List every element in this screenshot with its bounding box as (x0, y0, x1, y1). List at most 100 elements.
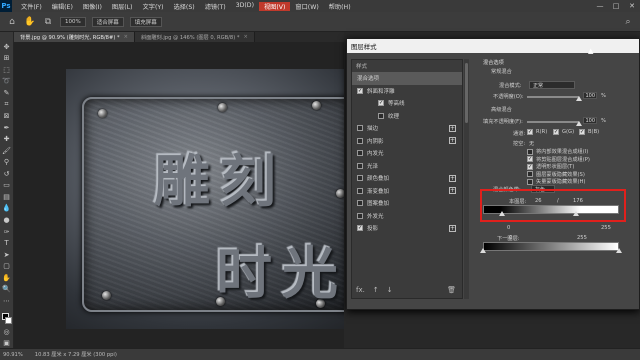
checkbox-box[interactable]: ✓ (579, 129, 585, 135)
blur-tool-icon[interactable]: 💧 (1, 204, 13, 214)
opacity-slider-knob[interactable] (576, 96, 582, 101)
search-icon[interactable]: ⌕ (622, 16, 634, 28)
pen-tool-icon[interactable]: ✑ (1, 227, 13, 237)
quick-select-tool-icon[interactable]: ✎ (1, 88, 13, 98)
menu-item[interactable]: 视图(V) (258, 1, 291, 11)
tab-document-1[interactable]: 背景.jpg @ 90.9% (雕刻时光, RGB/8#) * × (14, 32, 135, 42)
close-button[interactable]: ✕ (624, 2, 640, 10)
style-item[interactable]: 渐变叠加 + (352, 185, 462, 198)
opacity-slider[interactable] (527, 96, 579, 98)
lasso-tool-icon[interactable]: ➰ (1, 77, 13, 87)
style-checkbox[interactable] (357, 150, 363, 157)
style-checkbox[interactable]: ✓ (378, 100, 384, 107)
style-checkbox[interactable] (357, 187, 363, 194)
fill-screen-button[interactable]: 填充屏幕 (129, 16, 162, 27)
checkbox-box[interactable]: ✓ (527, 129, 533, 135)
style-item[interactable]: 纹理 (352, 110, 462, 123)
advanced-option-checkbox[interactable]: 将内部效果混合成组(I) (527, 148, 588, 155)
style-checkbox[interactable] (357, 200, 363, 207)
eraser-tool-icon[interactable]: ▭ (1, 181, 13, 191)
add-style-icon[interactable]: + (449, 124, 456, 132)
add-style-icon[interactable]: + (449, 174, 456, 182)
menu-item[interactable]: 图像(I) (78, 2, 107, 11)
more-tools-icon[interactable]: ⋯ (1, 296, 13, 306)
channel-g-checkbox[interactable]: ✓ G(G) (553, 129, 574, 135)
checkbox-box[interactable]: ✓ (527, 156, 533, 162)
frame-tool-icon[interactable]: ⊠ (1, 111, 13, 121)
menu-item[interactable]: 图层(L) (107, 2, 138, 11)
canvas-area[interactable]: 雕刻 时光 (14, 42, 344, 348)
style-checkbox[interactable] (357, 162, 363, 169)
menu-item[interactable]: 帮助(H) (324, 2, 356, 11)
fit-screen-button[interactable]: 适合屏幕 (91, 16, 124, 27)
quick-mask-icon[interactable]: ◎ (1, 327, 13, 337)
gradient-tool-icon[interactable]: ▤ (1, 192, 13, 202)
channel-r-checkbox[interactable]: ✓ R(R) (527, 129, 547, 135)
add-style-icon[interactable]: + (449, 137, 456, 145)
marquee-tool-icon[interactable]: ⬚ (1, 65, 13, 75)
style-item[interactable]: 内阴影 + (352, 135, 462, 148)
menu-item[interactable]: 文字(Y) (138, 2, 169, 11)
style-checkbox[interactable] (357, 137, 363, 144)
style-checkbox[interactable] (357, 175, 363, 182)
history-brush-tool-icon[interactable]: ↺ (1, 169, 13, 179)
trash-icon[interactable]: 🗑 (447, 286, 456, 294)
rectangle-tool-icon[interactable]: ▢ (1, 261, 13, 271)
brush-tool-icon[interactable]: 🖌 (1, 146, 13, 156)
eyedropper-tool-icon[interactable]: ✒ (1, 123, 13, 133)
status-zoom[interactable]: 90.91% (3, 352, 23, 358)
tab-document-2[interactable]: 斜面雕刻.jpg @ 146% (图层 0, RGB/8) * × (134, 32, 255, 42)
styles-scrollbar[interactable] (464, 59, 469, 299)
advanced-option-checkbox[interactable]: 图层蒙版隐藏效果(S) (527, 171, 585, 178)
scrollbar-thumb[interactable] (465, 63, 468, 123)
color-swatches[interactable] (1, 312, 13, 325)
minimize-button[interactable]: — (592, 2, 608, 10)
move-down-icon[interactable]: ↓ (387, 286, 393, 294)
fill-opacity-value[interactable]: 100 (583, 117, 597, 124)
advanced-option-checkbox[interactable]: ✓ 将剪贴图层混合成组(P) (527, 156, 590, 163)
path-select-tool-icon[interactable]: ➤ (1, 250, 13, 260)
checkbox-box[interactable] (527, 171, 533, 177)
style-item[interactable]: 光泽 (352, 160, 462, 173)
style-item[interactable]: ✓ 等高线 (352, 97, 462, 110)
hand-tool-icon[interactable]: ✋ (24, 16, 36, 28)
fx-icon[interactable]: fx. (356, 286, 365, 294)
move-up-icon[interactable]: ↑ (373, 286, 379, 294)
style-item[interactable]: 描边 + (352, 122, 462, 135)
underlying-white-knob[interactable] (616, 248, 622, 253)
opacity-value[interactable]: 100 (583, 92, 597, 99)
home-icon[interactable]: ⌂ (6, 16, 18, 28)
style-checkbox[interactable] (378, 112, 384, 119)
style-item[interactable]: ✓ 投影 + (352, 222, 462, 235)
maximize-button[interactable]: □ (608, 2, 624, 10)
style-checkbox[interactable] (357, 125, 363, 132)
style-checkbox[interactable] (357, 212, 363, 219)
style-item[interactable]: 外发光 (352, 210, 462, 223)
menu-item[interactable]: 滤镜(T) (200, 2, 231, 11)
clone-stamp-tool-icon[interactable]: ⚲ (1, 157, 13, 167)
channel-b-checkbox[interactable]: ✓ B(B) (579, 129, 599, 135)
close-tab-icon[interactable]: × (244, 34, 248, 40)
dialog-title[interactable]: 图层样式 (347, 39, 639, 53)
style-item[interactable]: 混合选项 (352, 72, 462, 85)
style-item[interactable]: 图案叠加 (352, 197, 462, 210)
menu-item[interactable]: 窗口(W) (290, 2, 323, 11)
dodge-tool-icon[interactable]: ● (1, 215, 13, 225)
underlying-layer-gradient-slider[interactable] (483, 242, 619, 251)
style-item[interactable]: 内发光 (352, 147, 462, 160)
artboard-tool-icon[interactable]: ⊞ (1, 54, 13, 64)
fill-opacity-slider-knob[interactable] (576, 121, 582, 126)
move-tool-icon[interactable]: ✥ (1, 42, 13, 52)
add-style-icon[interactable]: + (449, 224, 456, 232)
style-checkbox[interactable]: ✓ (357, 225, 363, 232)
menu-item[interactable]: 选择(S) (169, 2, 200, 11)
menu-item[interactable]: 3D(D) (231, 2, 259, 11)
hand-tool-icon[interactable]: ✋ (1, 273, 13, 283)
crop-tool-icon[interactable]: ⌗ (1, 100, 13, 110)
advanced-option-checkbox[interactable]: ✓ 透明形状图层(T) (527, 163, 574, 170)
scroll-all-windows-icon[interactable]: ⧉ (42, 16, 54, 28)
checkbox-box[interactable]: ✓ (553, 129, 559, 135)
close-tab-icon[interactable]: × (124, 34, 128, 40)
type-tool-icon[interactable]: T (1, 238, 13, 248)
fill-opacity-slider[interactable] (527, 121, 579, 123)
